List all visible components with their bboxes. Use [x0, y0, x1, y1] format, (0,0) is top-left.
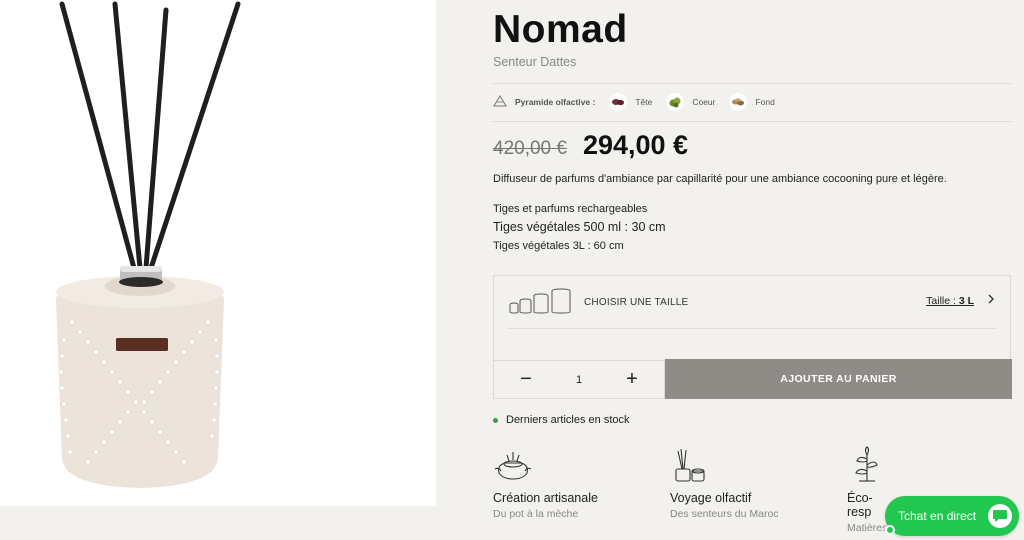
divider [508, 328, 996, 329]
feature-voyage-subtitle: Des senteurs du Maroc [670, 508, 779, 520]
selected-size[interactable]: Taille : 3 L [926, 295, 974, 307]
feature-eco-title: Éco-resp [847, 491, 873, 519]
feature-craft-title: Création artisanale [493, 491, 598, 505]
decrease-quantity-button[interactable]: − [516, 368, 536, 391]
size-selector-box: CHOISIR UNE TAILLE Taille : 3 L − 1 + AJ… [493, 275, 1012, 399]
diffuser-icon [670, 445, 840, 489]
price: 420,00 € 294,00 € [493, 130, 688, 161]
product-info: Nomad Senteur Dattes Pyramide olfactive … [493, 0, 1013, 540]
note-heart[interactable]: Coeur [666, 93, 715, 111]
spec-3l: Tiges végétales 3L : 60 cm [493, 240, 624, 252]
product-description: Diffuseur de parfums d'ambiance par capi… [493, 173, 947, 185]
feature-craft-subtitle: Du pot à la mèche [493, 508, 579, 520]
stock-status: Derniers articles en stock [493, 414, 630, 426]
stock-dot-icon [493, 417, 498, 423]
feature-voyage: Voyage olfactif Des senteurs du Maroc [670, 445, 840, 520]
olfactive-pyramid: Pyramide olfactive : Tête Coeur Fond [493, 92, 789, 112]
increase-quantity-button[interactable]: + [622, 368, 642, 391]
feature-craft: Création artisanale Du pot à la mèche [493, 445, 663, 520]
online-status-dot [885, 525, 895, 535]
reed-diffuser-illustration [56, 1, 241, 488]
size-label: CHOISIR UNE TAILLE [584, 296, 689, 308]
feature-eco: Éco-resp Matières [847, 445, 887, 534]
product-subtitle: Senteur Dattes [493, 55, 577, 69]
current-price: 294,00 € [582, 130, 689, 160]
product-title: Nomad [493, 8, 628, 51]
sizes-icon [508, 288, 572, 314]
image-panel-footer [0, 506, 436, 540]
quantity-stepper: − 1 + [494, 360, 665, 398]
feature-eco-subtitle: Matières [847, 522, 887, 534]
add-to-cart-button[interactable]: AJOUTER AU PANIER [665, 359, 1012, 399]
live-chat-label: Tchat en direct [898, 509, 977, 523]
plant-icon [847, 445, 887, 489]
nuts-icon [729, 93, 748, 111]
quantity-value[interactable]: 1 [576, 374, 582, 386]
size-selector[interactable]: CHOISIR UNE TAILLE Taille : 3 L [494, 276, 1010, 328]
spec-refill: Tiges et parfums rechargeables [493, 203, 648, 215]
size-value-prefix: Taille : [926, 295, 959, 307]
note-heart-label: Coeur [692, 97, 716, 107]
note-top-label: Tête [635, 97, 653, 107]
herb-icon [666, 93, 685, 111]
live-chat-button[interactable]: Tchat en direct [885, 496, 1019, 536]
old-price: 420,00 € [493, 138, 567, 159]
pyramid-label: Pyramide olfactive : [515, 97, 596, 107]
spec-500ml: Tiges végétales 500 ml : 30 cm [493, 220, 666, 234]
note-top[interactable]: Tête [609, 93, 652, 111]
craft-hands-icon [493, 445, 663, 489]
pyramid-icon [493, 95, 507, 109]
product-image[interactable] [0, 0, 436, 506]
dates-icon [609, 93, 628, 111]
size-value: 3 L [958, 295, 974, 307]
feature-voyage-title: Voyage olfactif [670, 491, 752, 505]
note-base-label: Fond [755, 97, 775, 107]
chat-bubble-icon [988, 504, 1012, 528]
note-base[interactable]: Fond [729, 93, 775, 111]
divider [493, 121, 1011, 122]
chevron-right-icon[interactable] [986, 292, 996, 308]
stock-text: Derniers articles en stock [506, 414, 630, 426]
divider [493, 83, 1011, 84]
